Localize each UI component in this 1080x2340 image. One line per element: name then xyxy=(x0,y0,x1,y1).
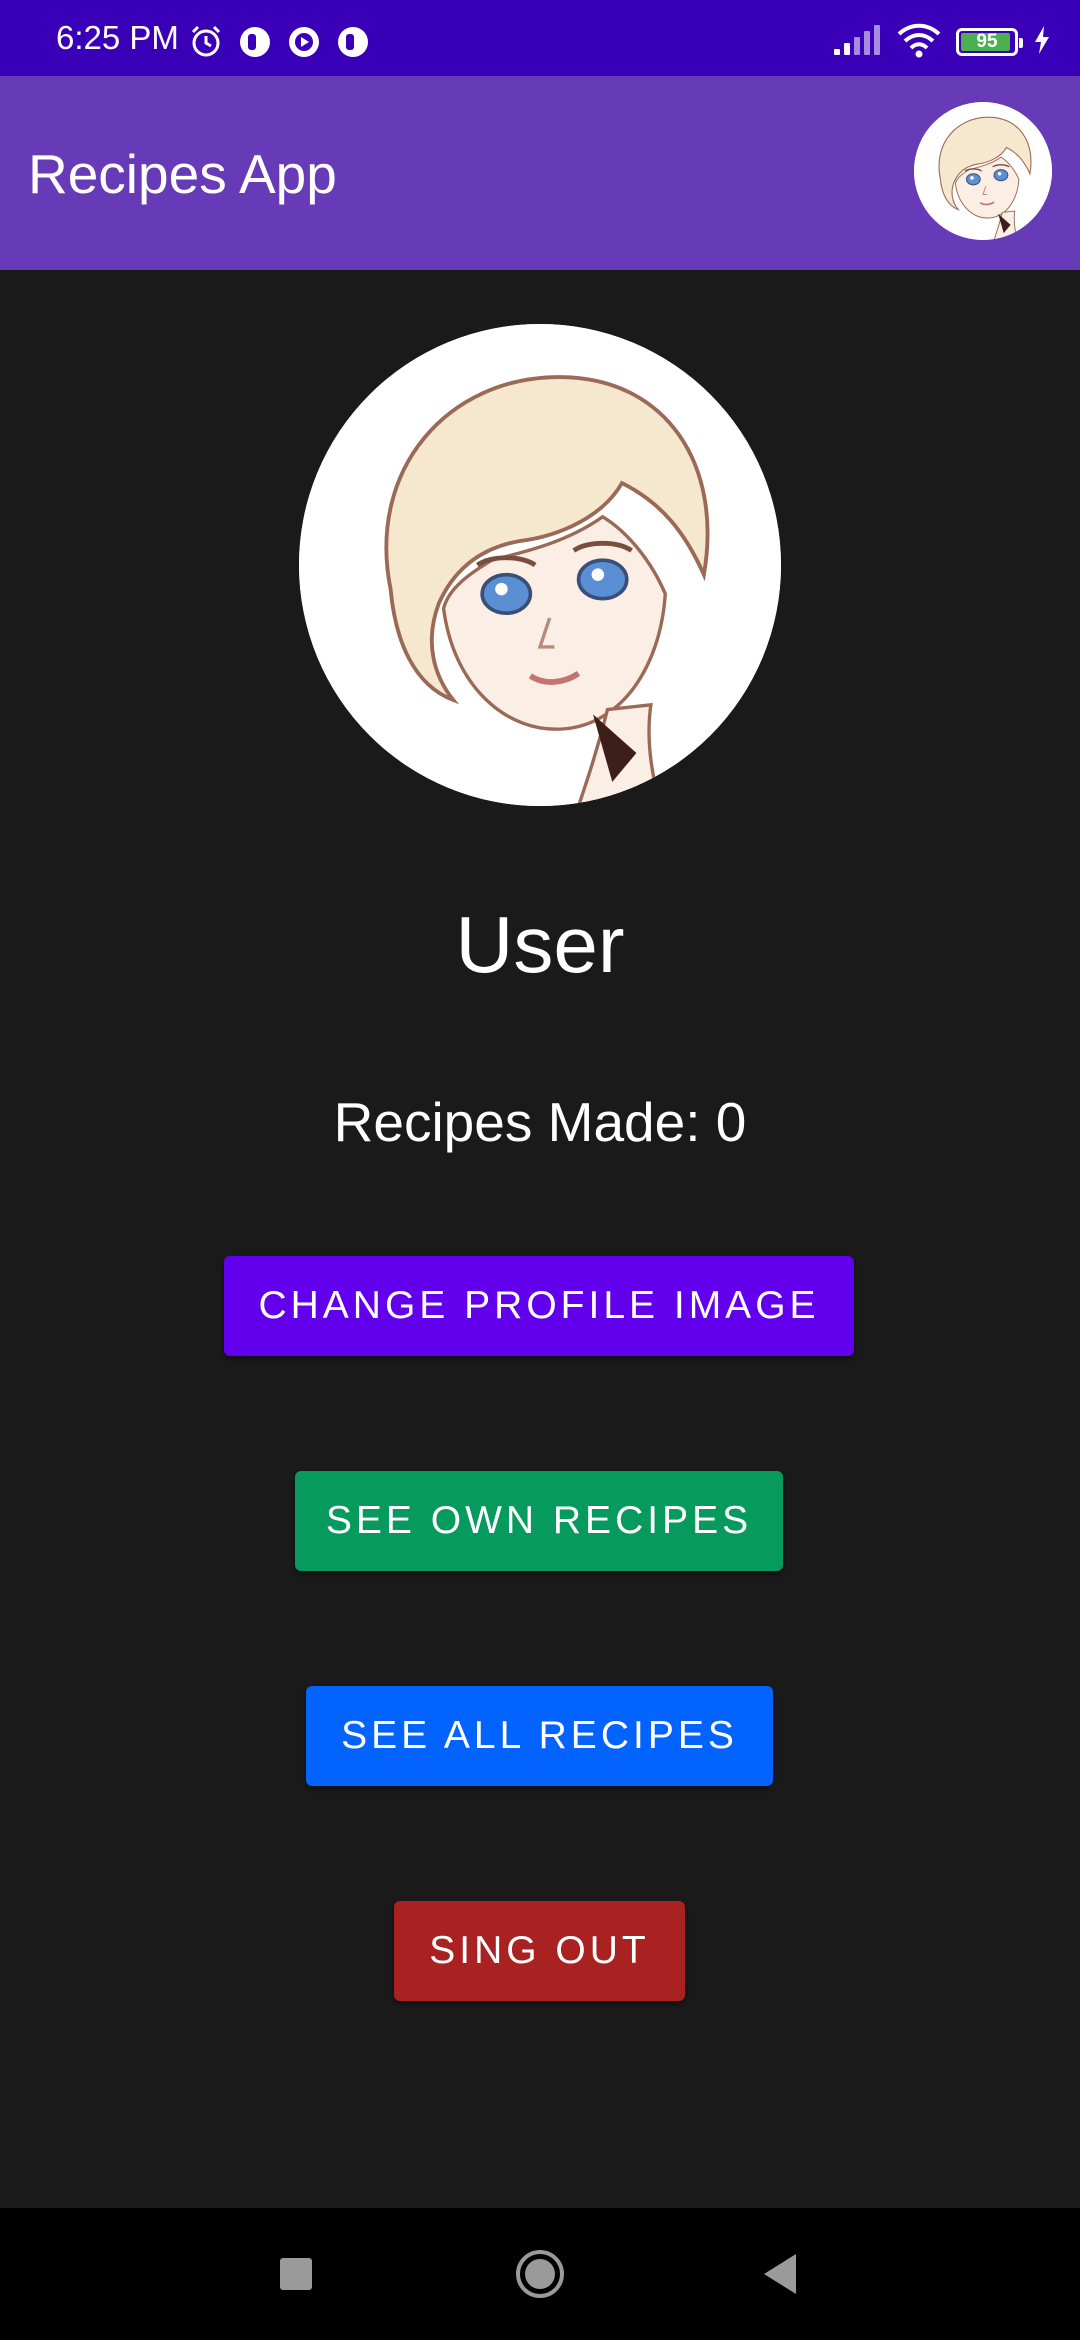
battery-icon: 95 xyxy=(956,28,1023,56)
signal-icon xyxy=(832,23,882,62)
user-name: User xyxy=(455,900,625,989)
notification-icon xyxy=(335,24,371,60)
status-bar: 6:25 PM 95 xyxy=(0,0,1080,76)
avatar-illustration xyxy=(299,324,781,806)
app-title: Recipes App xyxy=(28,143,337,205)
app-bar: Recipes App xyxy=(0,76,1080,270)
status-notification-icons xyxy=(188,24,371,60)
media-icon xyxy=(286,24,322,60)
wifi-icon xyxy=(896,22,942,63)
battery-tip xyxy=(1019,38,1023,48)
battery-level: 95 xyxy=(976,31,998,52)
sign-out-button[interactable]: SING OUT xyxy=(394,1901,685,2001)
alarm-icon xyxy=(188,24,224,60)
home-icon[interactable] xyxy=(514,2248,566,2300)
see-all-recipes-button[interactable]: SEE ALL RECIPES xyxy=(306,1686,773,1786)
status-time: 6:25 PM xyxy=(56,19,179,56)
back-icon[interactable] xyxy=(762,2252,798,2296)
navigation-bar xyxy=(0,2208,1080,2340)
see-own-recipes-button[interactable]: SEE OWN RECIPES xyxy=(295,1471,783,1571)
app-bar-avatar[interactable] xyxy=(914,102,1052,240)
change-profile-image-button[interactable]: CHANGE PROFILE IMAGE xyxy=(224,1256,854,1356)
avatar-illustration xyxy=(914,102,1052,240)
recipes-made-count: Recipes Made: 0 xyxy=(333,1091,747,1153)
status-system-icons: 95 xyxy=(832,22,1052,62)
charging-icon xyxy=(1032,24,1052,61)
profile-avatar xyxy=(299,324,781,806)
recents-icon[interactable] xyxy=(280,2258,312,2290)
notification-icon xyxy=(237,24,273,60)
